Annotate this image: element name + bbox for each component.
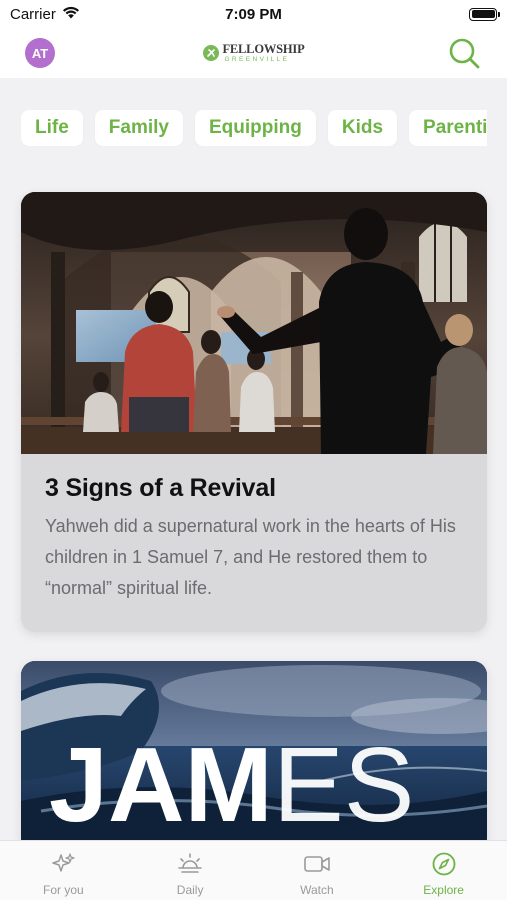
status-left: Carrier [10,6,80,23]
category-chip-family[interactable]: Family [94,110,183,146]
category-chip-equipping[interactable]: Equipping [194,110,316,146]
article-card[interactable]: 3 Signs of a Revival Yahweh did a supern… [21,192,487,632]
tab-label-explore: Explore [423,883,464,897]
search-icon [449,38,480,69]
category-chip-life[interactable]: Life [21,110,83,146]
app-logo: FELLOWSHIP GREENVILLE [203,42,305,63]
article-image [21,192,487,454]
sunrise-icon [178,853,202,873]
wifi-icon [62,6,80,23]
tab-for-you[interactable]: For you [13,851,113,897]
series-title-bold: JAM [49,726,273,844]
tab-label-daily: Daily [176,883,204,897]
status-bar: Carrier 7:09 PM [0,0,507,28]
battery-icon [469,7,500,21]
logo-mark-icon [203,45,220,61]
tab-label-for-you: For you [43,883,84,897]
tab-label-watch: Watch [300,883,334,897]
search-button[interactable] [447,36,481,70]
sparkle-icon [52,853,75,872]
video-camera-icon [304,856,330,872]
category-chip-parenting[interactable]: Parenti [409,110,487,146]
logo-name: FELLOWSHIP [222,42,305,56]
category-chip-kids[interactable]: Kids [327,110,398,146]
tab-daily[interactable]: Daily [140,851,240,897]
article-title: 3 Signs of a Revival [45,474,276,502]
tab-bar: For you Daily Watch Explore [0,840,507,900]
tab-explore[interactable]: Explore [394,851,494,897]
logo-subtitle: GREENVILLE [224,55,290,63]
tab-watch[interactable]: Watch [267,851,367,897]
article-body: 3 Signs of a Revival Yahweh did a supern… [21,454,487,604]
series-card[interactable]: JAM ES [21,661,487,851]
app-header: AT FELLOWSHIP GREENVILLE [0,28,507,78]
category-chips: Life Family Equipping Kids Parenti [21,110,487,146]
avatar[interactable]: AT [25,38,55,68]
article-description: Yahweh did a supernatural work in the he… [45,516,456,598]
series-cover-image: JAM ES [21,661,487,851]
compass-icon [432,852,456,876]
carrier-label: Carrier [10,5,56,23]
series-title-light: ES [273,726,414,844]
